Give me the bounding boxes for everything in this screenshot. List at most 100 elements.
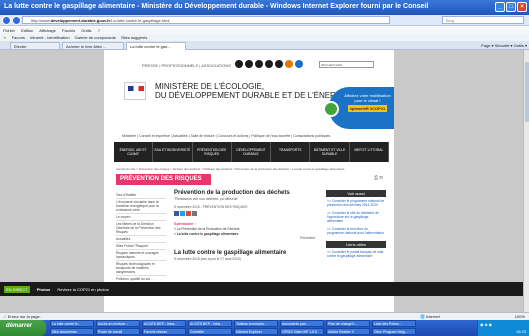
menu-favorites[interactable]: Favoris [62, 28, 75, 33]
command-bar[interactable]: Page ▾ Sécurité ▾ Outils ▾ [481, 43, 527, 48]
menu-help[interactable]: ? [98, 28, 100, 33]
nav-prevention[interactable]: PRÉVENTION DES RISQUES [193, 142, 232, 162]
quicklaunch-item[interactable]: Favoris réseau [142, 328, 186, 335]
menu-file[interactable]: Fichier [3, 28, 15, 33]
google-share-icon[interactable] [186, 211, 191, 216]
favorite-sites[interactable]: Sites suggérés [121, 35, 147, 40]
liens-utiles-link[interactable]: >> Consulter le portail français de lutt… [326, 248, 386, 260]
nav-eau[interactable]: EAU ET BIODIVERSITÉ [153, 142, 193, 162]
tab-lutte[interactable]: La lutte contre le gas... [126, 42, 186, 50]
left-link[interactable]: Les filières de la Direction Générale de… [116, 221, 166, 236]
taskbar-item[interactable]: ACCÈS BEP - Intra... [142, 320, 186, 327]
taskbar-item[interactable]: documents pari... [280, 320, 324, 327]
site-subnav[interactable]: Ministère | Conseil et expertise | Actua… [122, 134, 330, 138]
voir-aussi-link[interactable]: >> Consulter la brochure du programme na… [326, 225, 386, 237]
nav-mer[interactable]: MER ET LITTORAL [350, 142, 389, 162]
url-prefix: http://www. [31, 18, 51, 23]
left-link[interactable]: Actualités [116, 236, 166, 243]
globe-icon [323, 101, 339, 117]
taskbar-item[interactable]: Plan de charge li... [326, 320, 370, 327]
site-search-input[interactable]: RECHERCHER [319, 61, 374, 68]
menu-view[interactable]: Affichage [39, 28, 56, 33]
photos-banner[interactable]: EN DIRECT Photos Revivez la COP21 en pho… [0, 282, 529, 296]
favorites-bar: ★ Favoris Intranet - Identification Gale… [0, 34, 529, 41]
quicklaunch-item[interactable]: OPSIS Video BP 1.5.5 [280, 328, 324, 335]
tab-acheter[interactable]: Acheter le livre Allez ... [62, 42, 124, 50]
social-icons [235, 60, 303, 68]
twitter-share-icon[interactable] [180, 211, 185, 216]
voir-aussi-link[interactable]: >> Consulter le programme national de pr… [326, 197, 386, 209]
menu-tools[interactable]: Outils [81, 28, 91, 33]
quicklaunch-item[interactable]: Corbeille [188, 328, 232, 335]
twitter-icon[interactable] [265, 60, 273, 68]
flickr-icon[interactable] [245, 60, 253, 68]
cop21-promo[interactable]: Affichez votre mobilisation pour le clim… [323, 87, 394, 129]
rss-icon[interactable] [285, 60, 293, 68]
taskbar-item[interactable]: La lutte contre le... [50, 320, 94, 327]
sommaire-item[interactable]: » La Prévention de la Production de Déch… [174, 227, 314, 231]
left-link[interactable]: Sites Portail "Risques" [116, 243, 166, 250]
breadcrumb[interactable]: Accueil du site > Prévention des risques… [116, 167, 344, 171]
page-viewport: PRESSE | PROFESSIONNELS | ASSOCIATIONS R… [0, 50, 529, 312]
tray-icons[interactable]: ◉ ◈ ◆ [480, 322, 492, 327]
left-link[interactable]: L'économie circulaire dans la transition… [116, 199, 166, 214]
right-column: Voir aussi >> Consulter le programme nat… [326, 190, 386, 260]
left-link[interactable]: Risques naturels et ouvrages hydraulique… [116, 250, 166, 261]
window-titlebar: La lutte contre le gaspillage alimentair… [0, 0, 529, 15]
quicklaunch-item[interactable]: Mes documents [50, 328, 94, 335]
article-date: 5 novembre 2015 - PRÉVENTION DES RISQUES [174, 205, 248, 209]
clock[interactable]: 16:23 [516, 329, 526, 334]
zoom-level[interactable]: 100% [515, 314, 525, 319]
start-button[interactable]: démarrer [0, 320, 46, 336]
left-link[interactable]: Risques technologiques et transports de … [116, 261, 166, 276]
nav-batiment[interactable]: BÂTIMENT ET VILLE DURABLE [310, 142, 350, 162]
nav-developpement[interactable]: DÉVELOPPEMENT DURABLE [232, 142, 272, 162]
search-input[interactable]: Bing [442, 16, 524, 24]
forward-button[interactable] [12, 16, 21, 25]
menu-edit[interactable]: Edition [21, 28, 33, 33]
nav-transports[interactable]: TRANSPORTS [271, 142, 311, 162]
back-button[interactable] [2, 16, 11, 25]
vertical-scrollbar[interactable] [523, 50, 529, 312]
liens-utiles-box: Liens utiles >> Consulter le portail fra… [326, 241, 386, 260]
dailymotion-icon[interactable] [235, 60, 243, 68]
email-share-icon[interactable] [192, 211, 197, 216]
url-input[interactable]: http://www.developpement-durable.gouv.fr… [22, 16, 390, 24]
precedent-link[interactable]: Précédent [300, 236, 315, 240]
taskbar-item[interactable]: Liste des Police... [372, 320, 416, 327]
topnav-links[interactable]: PRESSE | PROFESSIONNELS | ASSOCIATIONS [142, 63, 231, 68]
youtube-icon[interactable] [275, 60, 283, 68]
facebook-share-icon[interactable] [174, 211, 179, 216]
left-link[interactable]: Tout d'Habiter [116, 192, 166, 199]
section-title: PRÉVENTION DES RISQUES [116, 174, 211, 185]
ministry-line-2: DU DÉVELOPPEMENT DURABLE ET DE L'ÉNERGIE [155, 91, 350, 100]
close-button[interactable]: × [517, 2, 527, 12]
nav-energie[interactable]: ÉNERGIE, AIR ET CLIMAT [114, 142, 154, 162]
maximize-button[interactable]: □ [506, 2, 516, 12]
scrollbar-thumb[interactable] [525, 62, 529, 122]
quicklaunch-item[interactable]: Poste de travail [96, 328, 140, 335]
url-path: /La-lutte-contre-le-gaspillage.html [110, 18, 170, 23]
favorite-galerie[interactable]: Galerie de composants [75, 35, 116, 40]
sommaire-item[interactable]: » La lutte contre le gaspillage alimenta… [174, 232, 314, 236]
quicklaunch-item[interactable]: Citrix Program Neig... [372, 328, 416, 335]
mobile-icon[interactable] [295, 60, 303, 68]
live-badge: EN DIRECT [4, 286, 30, 293]
tab-electre[interactable]: Electre [10, 42, 60, 50]
minimize-button[interactable]: _ [495, 2, 505, 12]
facebook-icon[interactable] [255, 60, 263, 68]
quicklaunch-item[interactable]: Internet Explorer [234, 328, 278, 335]
voir-aussi-link[interactable]: >> Consulter le site du ministère de l'a… [326, 209, 386, 225]
print-icon[interactable]: ⎙ ✉ [374, 175, 388, 183]
taskbar-item[interactable]: Accès en écriture... [96, 320, 140, 327]
sommaire-item-label: La Prévention de la Production de Déchet… [176, 227, 240, 231]
quicklaunch-item[interactable]: Adobe Reader X [326, 328, 370, 335]
left-link[interactable]: Le moyen [116, 214, 166, 221]
status-text[interactable]: Erreur sur la page. [8, 314, 41, 319]
taskbar-item[interactable]: Tableau bonnepla... [234, 320, 278, 327]
ministry-line-1: MINISTÈRE DE L'ÉCOLOGIE, [155, 82, 265, 91]
republique-logo[interactable] [124, 82, 146, 100]
favorite-intranet[interactable]: Intranet - Identification [30, 35, 70, 40]
favorites-button[interactable]: Favoris [12, 35, 25, 40]
taskbar-item[interactable]: ACCÈS BEP - Intra... [188, 320, 232, 327]
